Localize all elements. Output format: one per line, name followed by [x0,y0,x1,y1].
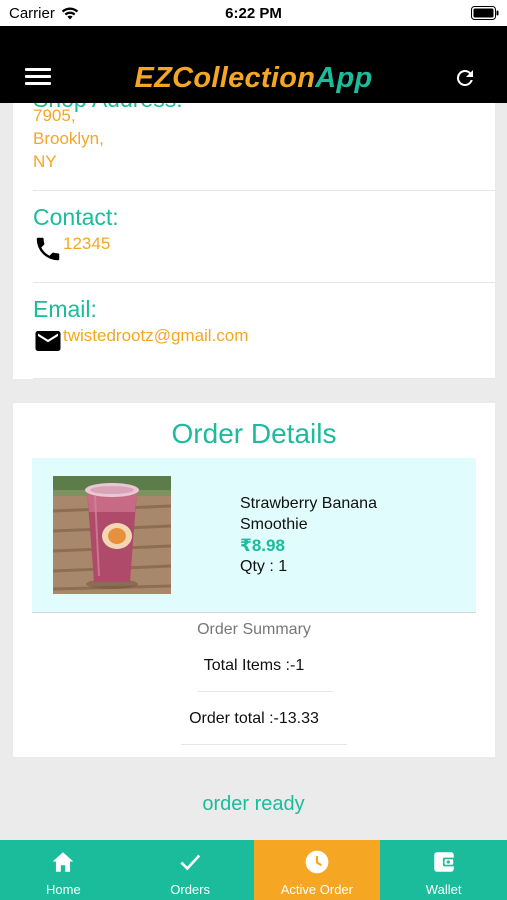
tab-active-order[interactable]: Active Order [253,840,381,900]
item-price: ₹8.98 [240,536,285,555]
clock-icon [305,850,329,874]
shop-address-line-1: 7905, [33,106,76,125]
divider [181,744,347,745]
contact-row[interactable]: 12345 [33,232,110,264]
home-icon [53,852,74,872]
tab-label: Orders [170,882,210,897]
battery-icon [471,6,499,20]
tab-wallet[interactable]: Wallet [380,840,507,900]
tab-label: Home [46,882,81,897]
divider [33,282,495,283]
tab-label: Wallet [425,882,462,897]
app-header: EZCollectionApp [0,26,507,103]
order-item[interactable]: Strawberry Banana Smoothie ₹8.98 Qty : 1 [32,458,476,613]
phone-icon [36,237,60,261]
scroll-content[interactable]: Shop Address: 7905, Brooklyn, NY Contact… [0,103,507,840]
tab-orders[interactable]: Orders [127,840,254,900]
status-bar: Carrier 6:22 PM [0,0,507,26]
wallet-icon [433,852,455,872]
order-summary-title: Order Summary [197,621,311,638]
item-name: Strawberry Banana Smoothie [240,495,377,533]
email-label: Email: [33,296,97,322]
status-time: 6:22 PM [225,5,282,22]
total-items: Total Items :-1 [203,657,305,674]
shop-address-line-3: NY [33,152,57,171]
contact-label: Contact: [33,204,119,230]
tab-home[interactable]: Home [0,840,127,900]
order-details-card: Order Details Strawberry Banana Smoothie… [13,403,495,757]
contact-value: 12345 [63,234,111,253]
mail-icon [35,331,61,351]
app-title-part2: App [315,62,373,94]
item-quantity: Qty : 1 [240,558,288,575]
divider [33,190,495,191]
shop-address-line-2: Brooklyn, [33,129,104,148]
app-title: EZCollectionApp [0,62,507,95]
divider [33,378,495,379]
order-details-title: Order Details [171,418,337,449]
divider [198,691,333,692]
email-row[interactable]: twistedrootz@gmail.com [33,324,248,356]
item-photo [53,476,171,594]
order-total: Order total :-13.33 [189,710,319,727]
app-title-part1: EZCollection [134,62,316,94]
order-status: order ready [202,793,305,815]
tab-label: Active Order [280,882,353,897]
bottom-tab-bar: Home Orders Active Order Wallet [0,840,507,900]
check-icon [180,854,201,871]
email-value: twistedrootz@gmail.com [63,326,249,345]
shop-info-card: Shop Address: 7905, Brooklyn, NY Contact… [13,103,495,379]
refresh-icon[interactable] [453,66,477,90]
